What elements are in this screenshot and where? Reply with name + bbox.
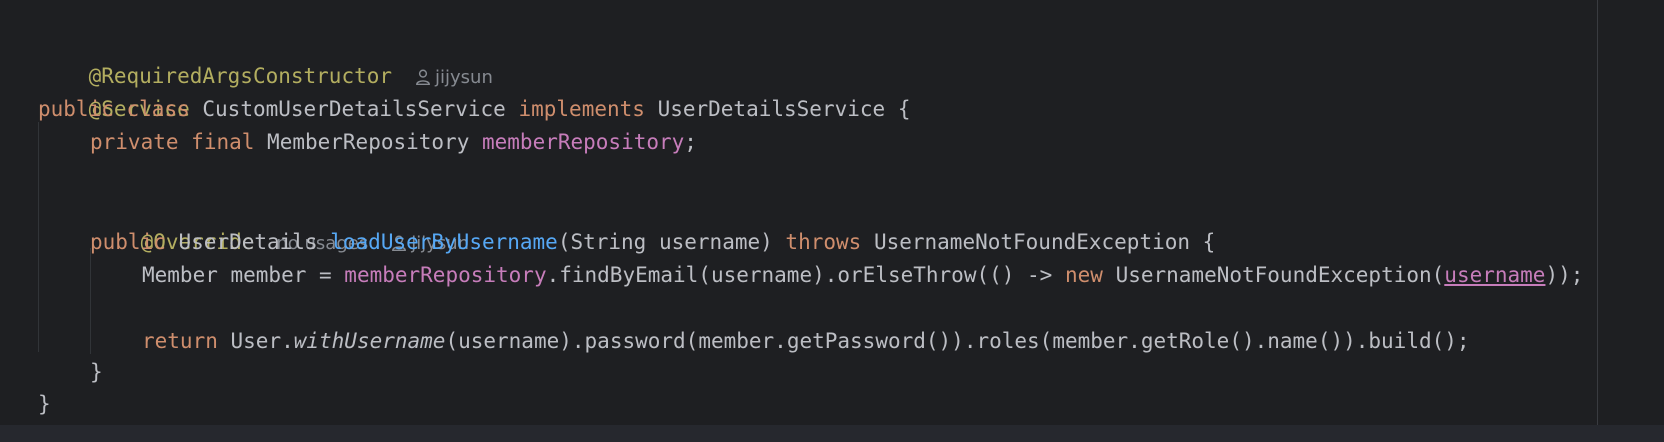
- keyword: public: [90, 230, 166, 254]
- keyword: class: [126, 97, 190, 121]
- brace: }: [90, 360, 103, 384]
- exception-type: UsernameNotFoundException: [873, 230, 1191, 254]
- keyword: private: [90, 130, 179, 154]
- author-hint[interactable]: jijysun: [414, 67, 493, 88]
- code-line[interactable]: }: [38, 388, 51, 421]
- field-reference: memberRepository: [344, 263, 547, 287]
- keyword: return: [142, 329, 218, 353]
- local-declaration: Member member =: [142, 263, 345, 287]
- person-icon: [416, 69, 430, 86]
- captured-parameter: username: [1444, 263, 1546, 287]
- keyword: public: [38, 97, 114, 121]
- code-line[interactable]: public UserDetails loadUserByUsername(St…: [90, 226, 1215, 259]
- method-chain: .findByEmail(username).orElseThrow(() ->: [546, 263, 1065, 287]
- keyword: new: [1064, 263, 1103, 287]
- code-line[interactable]: private final MemberRepository memberRep…: [90, 126, 697, 159]
- code-line[interactable]: public class CustomUserDetailsService im…: [38, 93, 910, 126]
- type-name: UserDetails: [178, 230, 318, 254]
- type-name: MemberRepository: [267, 130, 470, 154]
- closing-tokens: ));: [1545, 263, 1584, 287]
- semicolon: ;: [684, 130, 697, 154]
- parameters: (String username): [557, 230, 773, 254]
- code-line[interactable]: @Service: [38, 60, 190, 121]
- keyword: implements: [518, 97, 645, 121]
- author-name: jijysun: [435, 67, 493, 88]
- brace: {: [1202, 230, 1216, 254]
- keyword: final: [191, 130, 255, 154]
- class-reference: User.: [230, 329, 294, 353]
- brace: {: [897, 97, 911, 121]
- code-line[interactable]: return User.withUsername(username).passw…: [142, 325, 1470, 358]
- method-name: loadUserByUsername: [330, 230, 558, 254]
- code-editor[interactable]: @RequiredArgsConstructor jijysun @Service…: [0, 0, 1664, 442]
- static-method: withUsername: [293, 329, 446, 353]
- field-name: memberRepository: [482, 130, 685, 154]
- code-line[interactable]: @Override no usages jijysun: [90, 193, 470, 254]
- code-line[interactable]: @RequiredArgsConstructor jijysun: [38, 27, 493, 88]
- editor-bottom-strip: [0, 425, 1664, 442]
- constructor-call: UsernameNotFoundException(: [1115, 263, 1445, 287]
- keyword: throws: [785, 230, 862, 254]
- interface-name: UserDetailsService: [657, 97, 886, 121]
- right-margin-guide: [1597, 0, 1598, 442]
- class-name: CustomUserDetailsService: [202, 97, 506, 121]
- brace: }: [38, 392, 51, 416]
- code-line[interactable]: Member member = memberRepository.findByE…: [142, 259, 1583, 292]
- code-line[interactable]: }: [90, 356, 103, 389]
- builder-chain: (username).password(member.getPassword()…: [445, 329, 1470, 353]
